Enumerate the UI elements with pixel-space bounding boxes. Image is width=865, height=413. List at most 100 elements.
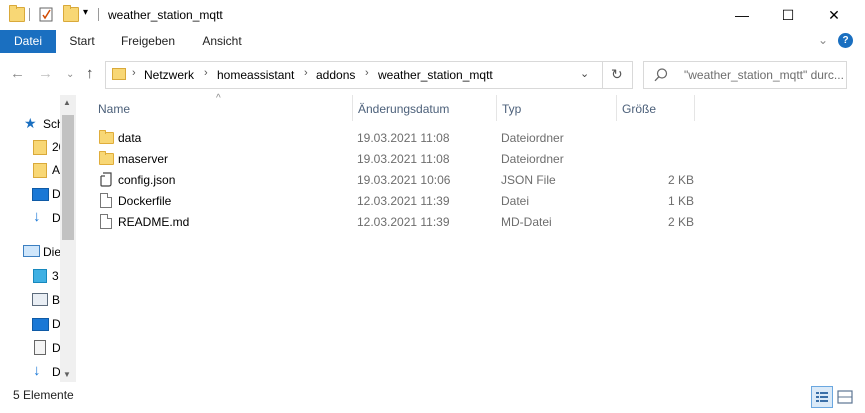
nav-item-downloads[interactable]: ↓ D (0, 208, 61, 228)
forward-button[interactable]: → (38, 65, 53, 82)
folder-icon (99, 151, 114, 165)
file-name: maserver (118, 152, 169, 166)
refresh-icon[interactable]: ↻ (611, 66, 623, 83)
recent-locations-icon[interactable]: ⌄ (66, 69, 74, 80)
scroll-up-icon[interactable]: ▲ (63, 98, 71, 107)
file-row-dockerfile[interactable]: Dockerfile 12.03.2021 11:39 Datei 1 KB (94, 190, 694, 211)
maximize-button[interactable]: ☐ (765, 0, 811, 30)
scroll-down-icon[interactable]: ▼ (63, 370, 71, 379)
close-button[interactable]: ✕ (811, 0, 857, 30)
nav-label: 3 (52, 269, 59, 283)
file-row-config-json[interactable]: config.json 19.03.2021 10:06 JSON File 2… (94, 169, 694, 190)
star-icon: ★ (24, 115, 37, 131)
nav-scrollbar-thumb[interactable] (62, 115, 74, 240)
nav-label: B (52, 293, 61, 307)
title-bar: ▾ weather_station_mqtt — ☐ ✕ (0, 0, 865, 30)
minimize-button[interactable]: — (719, 0, 765, 30)
file-icon (100, 193, 112, 208)
back-button[interactable]: ← (10, 65, 25, 82)
column-divider[interactable] (352, 95, 353, 121)
file-list: ^ Name Änderungsdatum Typ Größe data 19.… (76, 93, 846, 382)
large-icons-view-icon (837, 390, 853, 404)
file-type: JSON File (501, 173, 556, 187)
file-size: 1 KB (667, 194, 694, 208)
file-date: 19.03.2021 11:08 (357, 131, 450, 145)
quick-access-dropdown-icon[interactable]: ▾ (83, 7, 88, 18)
breadcrumb-homeassistant[interactable]: homeassistant (217, 68, 294, 82)
separator (29, 8, 30, 21)
new-folder-icon[interactable] (63, 5, 79, 22)
file-row-readme-md[interactable]: README.md 12.03.2021 11:39 MD-Datei 2 KB (94, 211, 694, 232)
nav-item-desktop[interactable]: D (0, 314, 61, 334)
search-box[interactable]: "weather_station_mqtt" durc... (643, 61, 847, 89)
nav-label: Die (43, 245, 62, 259)
separator (602, 62, 603, 88)
file-name: data (118, 131, 142, 145)
address-bar[interactable]: › Netzwerk › homeassistant › addons › we… (105, 61, 633, 89)
address-dropdown-icon[interactable]: ⌄ (580, 67, 589, 80)
file-type: Dateiordner (501, 131, 564, 145)
column-header-name[interactable]: Name (98, 102, 130, 116)
file-icon (100, 214, 112, 229)
ribbon-tabs: Datei Start Freigeben Ansicht ⌄ ? (0, 30, 865, 54)
nav-item-folder[interactable]: 20 (0, 137, 65, 157)
desktop-icon (32, 188, 49, 201)
navigation-bar: ← → ⌄ ↑ › Netzwerk › homeassistant › add… (0, 53, 865, 95)
large-icons-view-button[interactable] (834, 386, 856, 408)
file-type: MD-Datei (501, 215, 552, 229)
up-button[interactable]: ↑ (86, 65, 94, 82)
search-placeholder: "weather_station_mqtt" durc... (684, 68, 844, 82)
help-icon[interactable]: ? (838, 33, 853, 48)
folder-icon (9, 5, 25, 22)
breadcrumb-separator[interactable]: › (304, 67, 308, 79)
folder-icon (112, 68, 126, 80)
tab-freigeben[interactable]: Freigeben (112, 30, 184, 53)
column-header-date[interactable]: Änderungsdatum (358, 102, 449, 116)
pictures-icon (32, 293, 48, 306)
folder-icon (99, 130, 114, 144)
breadcrumb-addons[interactable]: addons (316, 68, 355, 82)
file-type: Datei (501, 194, 530, 208)
tab-datei[interactable]: Datei (0, 30, 56, 53)
breadcrumb-separator[interactable]: › (204, 67, 208, 79)
sort-ascending-icon: ^ (216, 93, 221, 104)
properties-icon[interactable] (39, 6, 54, 22)
nav-label: A (52, 163, 61, 177)
file-row-maserver[interactable]: maserver 19.03.2021 11:08 Dateiordner (94, 148, 694, 169)
nav-item-folder[interactable]: A (0, 160, 60, 180)
column-divider[interactable] (694, 95, 695, 121)
download-icon: ↓ (33, 362, 41, 379)
file-date: 19.03.2021 11:08 (357, 152, 450, 166)
nav-item-dieser-pc[interactable]: Die (0, 242, 61, 262)
column-header-size[interactable]: Größe (622, 102, 656, 116)
nav-item-desktop[interactable]: D (0, 184, 61, 204)
nav-item-schnellzugriff[interactable]: ★ Sch (0, 114, 64, 134)
breadcrumb-weather-station-mqtt[interactable]: weather_station_mqtt (378, 68, 493, 82)
column-divider[interactable] (616, 95, 617, 121)
folder-icon (33, 163, 47, 178)
file-name: config.json (118, 173, 176, 187)
breadcrumb-separator[interactable]: › (132, 67, 136, 79)
nav-item-pictures[interactable]: B (0, 290, 60, 310)
details-view-button[interactable] (811, 386, 833, 408)
json-file-icon (100, 172, 112, 187)
nav-item-downloads[interactable]: ↓ D (0, 362, 61, 382)
tab-start[interactable]: Start (60, 30, 104, 53)
file-date: 12.03.2021 11:39 (357, 215, 450, 229)
computer-icon (23, 245, 40, 257)
nav-item-documents[interactable]: D (0, 338, 61, 358)
file-row-data[interactable]: data 19.03.2021 11:08 Dateiordner (94, 127, 694, 148)
3d-objects-icon (33, 269, 47, 283)
nav-item-3d-objects[interactable]: 3 (0, 266, 59, 286)
breadcrumb-netzwerk[interactable]: Netzwerk (144, 68, 194, 82)
ribbon-expand-icon[interactable]: ⌄ (818, 33, 828, 47)
column-divider[interactable] (496, 95, 497, 121)
folder-icon (33, 140, 47, 155)
item-count: 5 Elemente (13, 388, 74, 402)
breadcrumb-separator[interactable]: › (365, 67, 369, 79)
column-header-type[interactable]: Typ (502, 102, 521, 116)
download-icon: ↓ (33, 208, 41, 225)
tab-ansicht[interactable]: Ansicht (192, 30, 252, 53)
status-bar: 5 Elemente (0, 382, 865, 413)
window-title: weather_station_mqtt (108, 8, 223, 22)
